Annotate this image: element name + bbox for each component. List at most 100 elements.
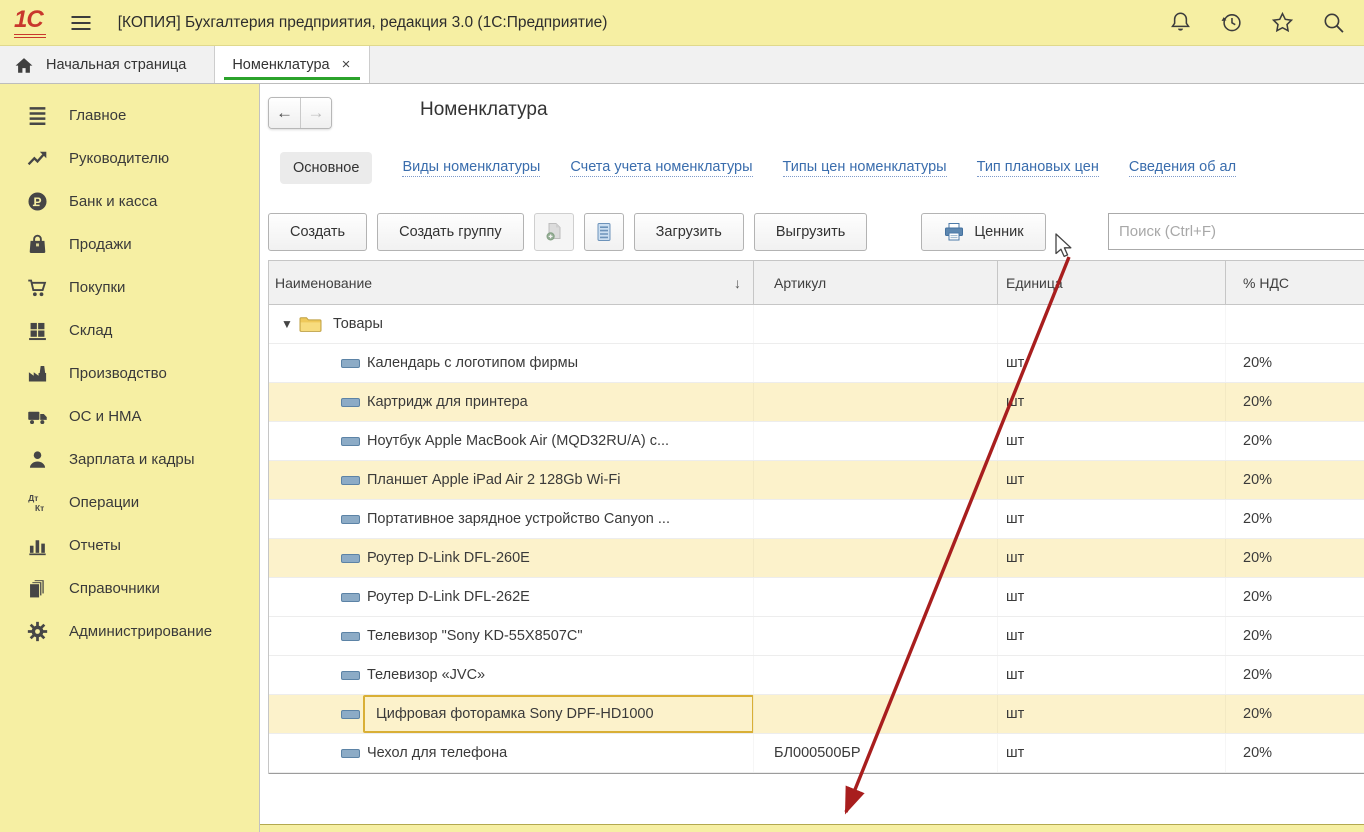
nav-link-planned-price-type[interactable]: Тип плановых цен <box>977 159 1099 177</box>
vat-text: 20% <box>1243 355 1272 371</box>
item-name: Роутер D-Link DFL-260E <box>367 550 530 566</box>
cell-article <box>754 344 998 382</box>
cell-unit <box>998 305 1226 343</box>
table-row[interactable]: Роутер D-Link DFL-260E шт 20% <box>269 539 1364 578</box>
tab-nomenclature[interactable]: Номенклатура × <box>214 46 370 83</box>
cell-vat: 20% <box>1226 422 1364 460</box>
sidebar-item-directories[interactable]: Справочники <box>0 567 259 610</box>
sidebar-item-sales[interactable]: Продажи <box>0 223 259 266</box>
nav-link-accounts[interactable]: Счета учета номенклатуры <box>570 159 752 177</box>
table-row[interactable]: Чехол для телефона БЛ000500БР шт 20% <box>269 734 1364 773</box>
search-input[interactable] <box>1108 213 1364 250</box>
item-name: Ноутбук Apple MacBook Air (MQD32RU/A) с.… <box>367 433 669 449</box>
unit-text: шт <box>1006 394 1024 410</box>
window-titlebar: 1С [КОПИЯ] Бухгалтерия предприятия, реда… <box>0 0 1364 46</box>
sort-indicator-icon[interactable]: ↓ <box>734 275 741 291</box>
tab-home-label: Начальная страница <box>46 57 186 73</box>
item-icon <box>341 476 360 485</box>
table-row[interactable]: Цифровая фоторамка Sony DPF-HD1000 шт 20… <box>269 695 1364 734</box>
list-settings-button[interactable] <box>584 213 624 251</box>
cell-vat: 20% <box>1226 344 1364 382</box>
back-button[interactable]: ← <box>269 98 300 128</box>
table-row[interactable]: Роутер D-Link DFL-262E шт 20% <box>269 578 1364 617</box>
sidebar-item-label: Склад <box>69 322 112 339</box>
sidebar-item-label: Операции <box>69 494 139 511</box>
favorites-star-icon[interactable] <box>1270 10 1295 35</box>
main-menu-icon[interactable] <box>68 10 94 36</box>
history-icon[interactable] <box>1219 10 1244 35</box>
cell-article <box>754 578 998 616</box>
cell-name: ▼ Товары <box>269 305 754 343</box>
table-row[interactable]: Планшет Apple iPad Air 2 128Gb Wi-Fi шт … <box>269 461 1364 500</box>
table-row[interactable]: Телевизор «JVC» шт 20% <box>269 656 1364 695</box>
sidebar-item-reports[interactable]: Отчеты <box>0 524 259 567</box>
vat-text: 20% <box>1243 511 1272 527</box>
nav-link-alcohol-info[interactable]: Сведения об ал <box>1129 159 1236 177</box>
sidebar-item-salary[interactable]: Зарплата и кадры <box>0 438 259 481</box>
create-button[interactable]: Создать <box>268 213 367 251</box>
price-tag-button[interactable]: Ценник <box>921 213 1045 251</box>
create-group-button[interactable]: Создать группу <box>377 213 524 251</box>
tab-close-icon[interactable]: × <box>340 56 353 73</box>
table-row[interactable]: Календарь с логотипом фирмы шт 20% <box>269 344 1364 383</box>
cell-name: Роутер D-Link DFL-262E <box>269 578 754 616</box>
sidebar-item-label: Продажи <box>69 236 132 253</box>
sidebar-item-administration[interactable]: Администрирование <box>0 610 259 653</box>
table-header: Наименование ↓ Артикул Единица % НДС <box>269 260 1364 305</box>
unit-text: шт <box>1006 589 1024 605</box>
column-header-article[interactable]: Артикул <box>754 261 998 304</box>
nav-link-price-types[interactable]: Типы цен номенклатуры <box>783 159 947 177</box>
sidebar-item-label: Руководителю <box>69 150 169 167</box>
salary-icon <box>27 449 48 470</box>
sidebar-item-operations[interactable]: Операции <box>0 481 259 524</box>
sidebar-item-purchases[interactable]: Покупки <box>0 266 259 309</box>
forward-button[interactable]: → <box>300 98 331 128</box>
unit-text: шт <box>1006 511 1024 527</box>
cell-unit: шт <box>998 695 1226 733</box>
article-text: БЛ000500БР <box>774 745 861 761</box>
nav-main-tab[interactable]: Основное <box>280 152 372 184</box>
app-title: [КОПИЯ] Бухгалтерия предприятия, редакци… <box>118 14 608 32</box>
table-row[interactable]: Портативное зарядное устройство Canyon .… <box>269 500 1364 539</box>
item-name: Портативное зарядное устройство Canyon .… <box>367 511 670 527</box>
column-header-vat[interactable]: % НДС <box>1226 261 1364 304</box>
notifications-bell-icon[interactable] <box>1168 10 1193 35</box>
item-icon <box>341 710 360 719</box>
load-button[interactable]: Загрузить <box>634 213 744 251</box>
table-row[interactable]: Телевизор "Sony KD-55X8507C" шт 20% <box>269 617 1364 656</box>
item-icon <box>341 359 360 368</box>
vat-text: 20% <box>1243 433 1272 449</box>
nav-link-item-types[interactable]: Виды номенклатуры <box>402 159 540 177</box>
sidebar-item-production[interactable]: Производство <box>0 352 259 395</box>
cell-name: Календарь с логотипом фирмы <box>269 344 754 382</box>
tab-home-page[interactable]: Начальная страница <box>0 46 214 83</box>
item-icon <box>341 554 360 563</box>
assets-icon <box>27 406 48 427</box>
sidebar-item-assets[interactable]: ОС и НМА <box>0 395 259 438</box>
item-icon <box>341 437 360 446</box>
cell-article <box>754 695 998 733</box>
cell-name: Телевизор "Sony KD-55X8507C" <box>269 617 754 655</box>
item-name: Роутер D-Link DFL-262E <box>367 589 530 605</box>
global-search-icon[interactable] <box>1321 10 1346 35</box>
column-header-unit[interactable]: Единица <box>998 261 1226 304</box>
table-row[interactable]: Ноутбук Apple MacBook Air (MQD32RU/A) с.… <box>269 422 1364 461</box>
copy-item-button[interactable] <box>534 213 574 251</box>
sidebar-item-warehouse[interactable]: Склад <box>0 309 259 352</box>
item-name: Телевизор «JVC» <box>367 667 485 683</box>
table-group-row[interactable]: ▼ Товары <box>269 305 1364 344</box>
cell-unit: шт <box>998 617 1226 655</box>
cell-unit: шт <box>998 422 1226 460</box>
sidebar-item-label: Справочники <box>69 580 160 597</box>
cell-article <box>754 539 998 577</box>
unload-button[interactable]: Выгрузить <box>754 213 867 251</box>
vat-text: 20% <box>1243 667 1272 683</box>
table-row[interactable]: Картридж для принтера шт 20% <box>269 383 1364 422</box>
vat-text: 20% <box>1243 394 1272 410</box>
group-expander-icon[interactable]: ▼ <box>281 317 293 331</box>
sidebar-item-main[interactable]: Главное <box>0 94 259 137</box>
column-header-name[interactable]: Наименование ↓ <box>269 261 754 304</box>
cell-unit: шт <box>998 539 1226 577</box>
sidebar-item-manager[interactable]: Руководителю <box>0 137 259 180</box>
sidebar-item-bank[interactable]: Банк и касса <box>0 180 259 223</box>
